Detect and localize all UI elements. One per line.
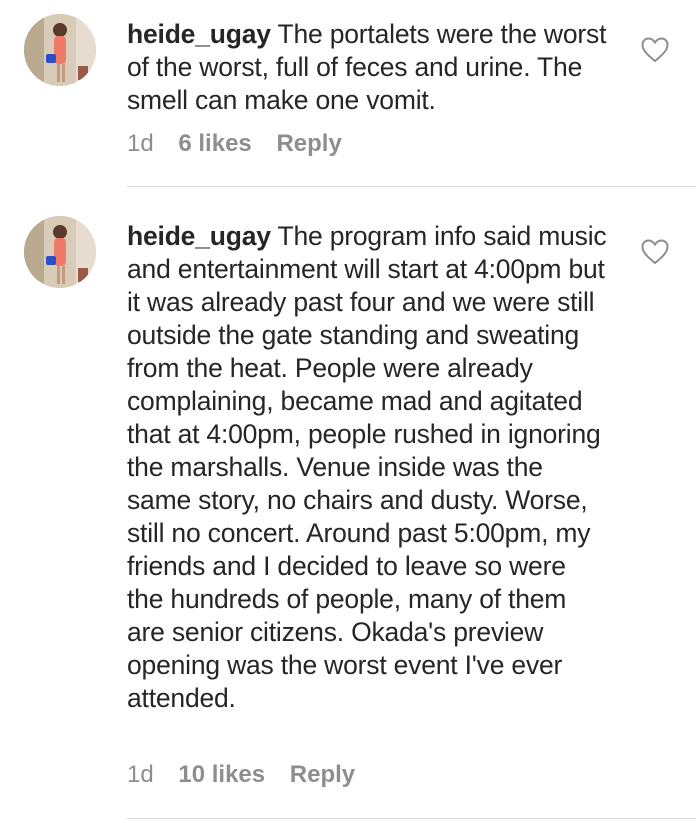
comment-username[interactable]: heide_ugay: [127, 19, 271, 49]
comment-likes[interactable]: 6 likes: [178, 130, 251, 157]
comment-item: heide_ugay The portalets were the worst …: [0, 0, 696, 188]
comment-username[interactable]: heide_ugay: [127, 221, 271, 251]
comment-item: heide_ugay The program info said music a…: [0, 188, 696, 823]
comment-likes[interactable]: 10 likes: [178, 761, 265, 788]
heart-icon[interactable]: [641, 37, 669, 63]
comment-body: heide_ugay The portalets were the worst …: [127, 18, 607, 117]
avatar[interactable]: [24, 216, 96, 288]
avatar-photo: [24, 216, 96, 288]
comment-time: 1d: [127, 761, 154, 788]
comment-body: heide_ugay The program info said music a…: [127, 220, 607, 715]
comment-time: 1d: [127, 130, 154, 157]
reply-button[interactable]: Reply: [276, 130, 341, 157]
avatar-photo: [24, 14, 96, 86]
divider: [127, 186, 696, 187]
avatar[interactable]: [24, 14, 96, 86]
comment-text: The program info said music and entertai…: [127, 221, 607, 713]
comment-meta: 1d 10 likes Reply: [127, 761, 373, 789]
comment-meta: 1d 6 likes Reply: [127, 130, 360, 158]
heart-icon[interactable]: [641, 239, 669, 265]
reply-button[interactable]: Reply: [290, 761, 355, 788]
divider: [127, 818, 696, 819]
